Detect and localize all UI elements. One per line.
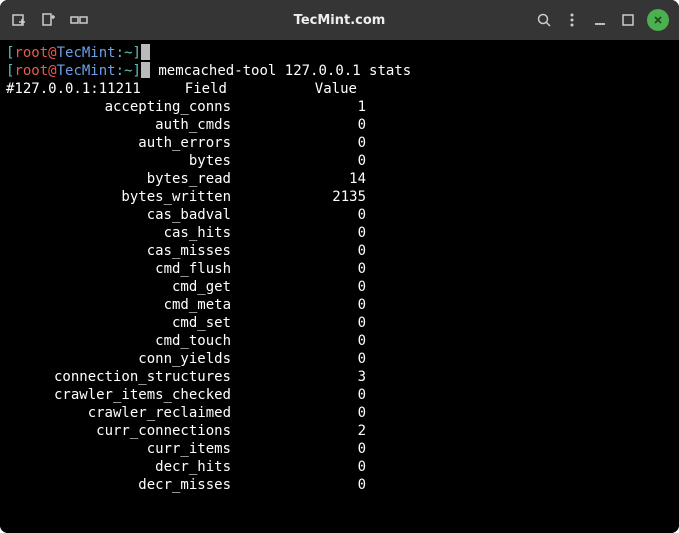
stat-row: curr_items0 xyxy=(6,440,673,458)
stat-field: crawler_items_checked xyxy=(6,386,231,404)
stat-value: 0 xyxy=(231,314,366,332)
stat-value: 2135 xyxy=(231,188,366,206)
stat-field: cmd_flush xyxy=(6,260,231,278)
search-icon[interactable] xyxy=(535,11,553,29)
stat-value: 0 xyxy=(231,476,366,494)
stat-field: auth_cmds xyxy=(6,116,231,134)
stat-value: 0 xyxy=(231,296,366,314)
stat-field: cmd_set xyxy=(6,314,231,332)
close-icon xyxy=(652,14,664,26)
new-window-icon[interactable] xyxy=(40,11,58,29)
stat-row: cas_hits0 xyxy=(6,224,673,242)
stat-row: bytes0 xyxy=(6,152,673,170)
value-header: Value xyxy=(271,80,401,98)
stat-field: decr_misses xyxy=(6,476,231,494)
menu-icon[interactable] xyxy=(563,11,581,29)
stat-row: crawler_reclaimed0 xyxy=(6,404,673,422)
stat-value: 0 xyxy=(231,242,366,260)
stat-row: bytes_written2135 xyxy=(6,188,673,206)
close-button[interactable] xyxy=(647,9,669,31)
stat-row: conn_yields0 xyxy=(6,350,673,368)
stat-field: cmd_meta xyxy=(6,296,231,314)
window-title: TecMint.com xyxy=(294,13,386,28)
stat-row: bytes_read14 xyxy=(6,170,673,188)
stat-row: cas_badval0 xyxy=(6,206,673,224)
stat-field: bytes_written xyxy=(6,188,231,206)
titlebar-right xyxy=(535,9,669,31)
stat-row: cmd_touch0 xyxy=(6,332,673,350)
stat-field: cas_badval xyxy=(6,206,231,224)
terminal-window: TecMint.com [root@TecMint:~][root@TecMin… xyxy=(0,0,679,533)
stat-value: 0 xyxy=(231,278,366,296)
stat-row: decr_misses0 xyxy=(6,476,673,494)
stat-value: 0 xyxy=(231,224,366,242)
overview-icon[interactable] xyxy=(70,11,88,29)
stat-value: 0 xyxy=(231,440,366,458)
stat-value: 0 xyxy=(231,260,366,278)
stats-rows: accepting_conns1auth_cmds0auth_errors0by… xyxy=(6,98,673,494)
stat-field: crawler_reclaimed xyxy=(6,404,231,422)
stat-row: accepting_conns1 xyxy=(6,98,673,116)
stat-field: curr_items xyxy=(6,440,231,458)
titlebar-left xyxy=(10,11,88,29)
stat-value: 0 xyxy=(231,458,366,476)
maximize-icon[interactable] xyxy=(619,11,637,29)
cursor xyxy=(141,62,150,78)
stat-row: cmd_get0 xyxy=(6,278,673,296)
stat-field: connection_structures xyxy=(6,368,231,386)
stat-value: 1 xyxy=(231,98,366,116)
stat-field: cas_hits xyxy=(6,224,231,242)
stat-row: connection_structures3 xyxy=(6,368,673,386)
stat-field: accepting_conns xyxy=(6,98,231,116)
cursor xyxy=(141,44,150,60)
stat-row: cas_misses0 xyxy=(6,242,673,260)
command-text: memcached-tool 127.0.0.1 stats xyxy=(158,63,411,79)
stat-value: 0 xyxy=(231,206,366,224)
stats-header: #127.0.0.1:11211FieldValue xyxy=(6,80,673,98)
stat-field: auth_errors xyxy=(6,134,231,152)
stat-value: 0 xyxy=(231,386,366,404)
stat-row: decr_hits0 xyxy=(6,458,673,476)
stat-field: cmd_touch xyxy=(6,332,231,350)
new-tab-icon[interactable] xyxy=(10,11,28,29)
prompt-line-2: [root@TecMint:~] memcached-tool 127.0.0.… xyxy=(6,62,673,80)
stat-field: cas_misses xyxy=(6,242,231,260)
stat-value: 0 xyxy=(231,116,366,134)
stat-row: cmd_meta0 xyxy=(6,296,673,314)
prompt-line-1: [root@TecMint:~] xyxy=(6,44,673,62)
minimize-icon[interactable] xyxy=(591,11,609,29)
stat-field: decr_hits xyxy=(6,458,231,476)
stat-row: curr_connections2 xyxy=(6,422,673,440)
terminal-body[interactable]: [root@TecMint:~][root@TecMint:~] memcach… xyxy=(0,40,679,533)
stat-value: 0 xyxy=(231,350,366,368)
field-header: Field xyxy=(141,80,271,98)
stat-row: auth_errors0 xyxy=(6,134,673,152)
stat-field: bytes xyxy=(6,152,231,170)
stat-value: 14 xyxy=(231,170,366,188)
host-label: #127.0.0.1:11211 xyxy=(6,81,141,97)
stat-value: 3 xyxy=(231,368,366,386)
stat-value: 0 xyxy=(231,332,366,350)
stat-row: cmd_flush0 xyxy=(6,260,673,278)
stat-value: 2 xyxy=(231,422,366,440)
stat-value: 0 xyxy=(231,134,366,152)
stat-field: conn_yields xyxy=(6,350,231,368)
stat-row: auth_cmds0 xyxy=(6,116,673,134)
stat-value: 0 xyxy=(231,152,366,170)
stat-field: curr_connections xyxy=(6,422,231,440)
stat-value: 0 xyxy=(231,404,366,422)
stat-field: cmd_get xyxy=(6,278,231,296)
stat-row: cmd_set0 xyxy=(6,314,673,332)
stat-row: crawler_items_checked0 xyxy=(6,386,673,404)
stat-field: bytes_read xyxy=(6,170,231,188)
titlebar: TecMint.com xyxy=(0,0,679,40)
